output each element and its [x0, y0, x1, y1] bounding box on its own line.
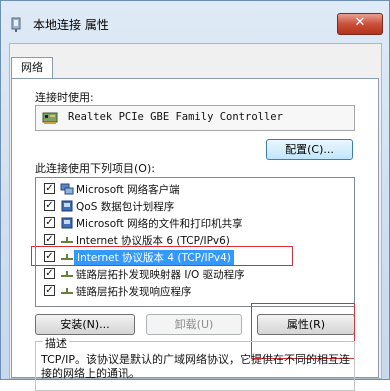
list-item[interactable]: ✓ Microsoft 网络的文件和打印机共享 — [36, 215, 354, 232]
item-checkbox[interactable]: ✓ — [44, 268, 55, 279]
window-title: 本地连接 属性 — [33, 18, 109, 32]
adapter-field: Realtek PCIe GBE Family Controller — [35, 105, 355, 131]
items-list[interactable]: ✓ Microsoft 网络客户端 ✓ QoS 数据包计划程序 ✓ Micros… — [35, 177, 355, 307]
title-bar[interactable]: 本地连接 属性 ✕ — [1, 1, 389, 41]
service-icon — [61, 217, 73, 229]
list-item[interactable]: ✓ Microsoft 网络客户端 — [36, 181, 354, 198]
item-checkbox[interactable]: ✓ — [44, 183, 55, 194]
items-label: 此连接使用下列项目(O): — [35, 162, 155, 175]
configure-button[interactable]: 配置(C)... — [266, 139, 353, 160]
adapter-name: Realtek PCIe GBE Family Controller — [68, 111, 283, 123]
tab-network[interactable]: 网络 — [11, 57, 53, 79]
uninstall-button[interactable]: 卸载(U) — [146, 314, 242, 335]
item-checkbox[interactable]: ✓ — [44, 234, 55, 245]
description-text: TCP/IP。该协议是默认的广域网络协议，它提供在不同的相互连接的网络上的通讯。 — [41, 353, 350, 380]
properties-window: 本地连接 属性 ✕ 网络 连接时使用: Realtek PCIe GBE Fam… — [0, 0, 390, 391]
connect-using-label: 连接时使用: — [35, 91, 94, 104]
install-button[interactable]: 安装(N)... — [35, 314, 135, 335]
item-label: QoS 数据包计划程序 — [76, 201, 175, 213]
item-label: 链路层拓扑发现映射器 I/O 驱动程序 — [76, 269, 245, 281]
description-legend: 描述 — [43, 335, 69, 351]
item-checkbox[interactable]: ✓ — [44, 285, 55, 296]
highlight-box-ipv4 — [31, 246, 293, 266]
item-checkbox[interactable]: ✓ — [44, 217, 55, 228]
service-icon — [61, 200, 73, 212]
item-label: Microsoft 网络的文件和打印机共享 — [76, 218, 243, 230]
item-checkbox[interactable]: ✓ — [44, 200, 55, 211]
item-label: 链路层拓扑发现响应程序 — [76, 286, 192, 298]
network-adapter-icon — [11, 17, 21, 32]
protocol-icon — [61, 288, 73, 294]
list-item[interactable]: ✓ 链路层拓扑发现响应程序 — [36, 283, 354, 300]
list-item[interactable]: ✓ 链路层拓扑发现映射器 I/O 驱动程序 — [36, 266, 354, 283]
list-item[interactable]: ✓ QoS 数据包计划程序 — [36, 198, 354, 215]
item-label: Microsoft 网络客户端 — [76, 184, 180, 196]
network-card-icon — [42, 112, 58, 124]
client-icon — [60, 183, 74, 195]
close-button[interactable]: ✕ — [337, 13, 383, 35]
protocol-icon — [61, 237, 73, 243]
protocol-icon — [61, 271, 73, 277]
